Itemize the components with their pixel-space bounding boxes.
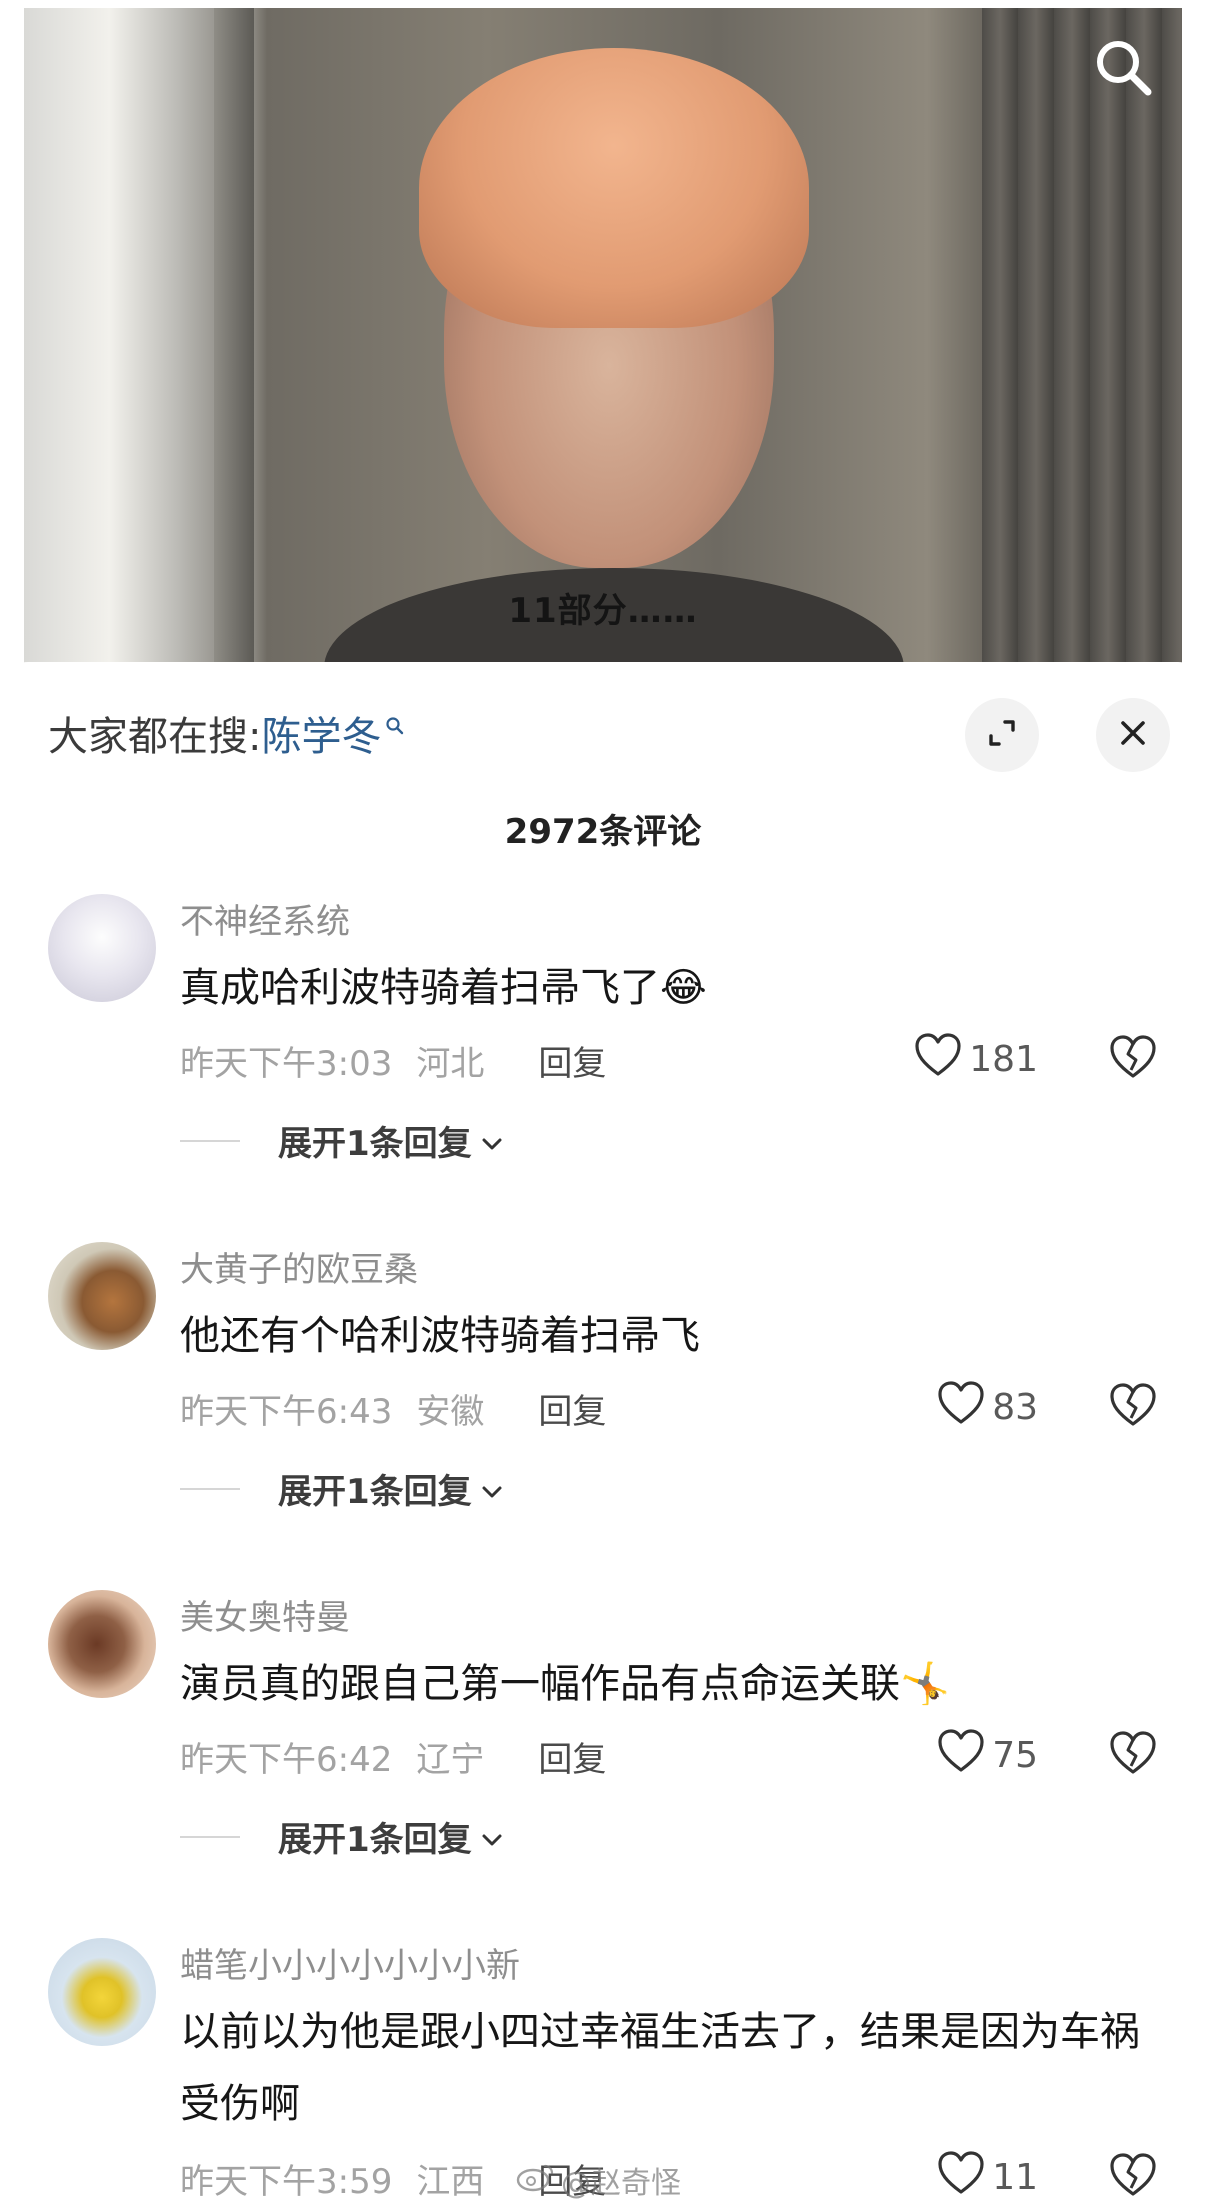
comment-meta: 昨天下午6:42 辽宁 回复 <box>180 1732 606 1781</box>
video-person-hair <box>419 48 809 328</box>
chevron-down-icon <box>472 1469 504 1509</box>
heart-icon <box>936 1380 992 1435</box>
comment-item: 美女奥特曼 演员真的跟自己第一幅作品有点命运关联🤸 昨天下午6:42 辽宁 回复… <box>0 1590 1206 1890</box>
expand-replies-label: 展开1条回复 <box>278 1820 472 1860</box>
comment-username[interactable]: 大黄子的欧豆桑 <box>180 1242 418 1291</box>
heart-icon <box>936 2150 992 2204</box>
avatar[interactable] <box>48 894 156 1002</box>
like-button[interactable]: 11 <box>936 2150 1038 2204</box>
avatar[interactable] <box>48 1590 156 1698</box>
heart-icon <box>913 1032 969 1087</box>
like-count: 11 <box>992 2157 1038 2198</box>
small-search-icon <box>385 700 405 746</box>
comment-text-body: 以前以为他是跟小四过幸福生活去了，结果是因为车祸受伤啊 <box>180 2009 1140 2127</box>
comment-username[interactable]: 不神经系统 <box>180 894 350 943</box>
comment-meta: 昨天下午6:43 安徽 回复 <box>180 1384 606 1433</box>
expand-replies-button[interactable]: 展开1条回复 <box>180 1464 504 1513</box>
avatar[interactable] <box>48 1938 156 2046</box>
watermark-text: @赵奇怪 <box>561 2166 681 2201</box>
comment-location: 安徽 <box>416 1392 485 1432</box>
avatar[interactable] <box>48 1242 156 1350</box>
comment-time: 昨天下午3:03 <box>180 1044 393 1084</box>
comment-item: 不神经系统 真成哈利波特骑着扫帚飞了😂 昨天下午3:03 河北 回复 181 展… <box>0 894 1206 1194</box>
hot-search-bar[interactable]: 大家都在搜: 陈学冬 <box>48 704 405 762</box>
watermark: @赵奇怪 <box>515 2158 681 2202</box>
search-button[interactable] <box>1088 34 1158 104</box>
video-background-curtain-right <box>982 8 1182 678</box>
comment-text-body: 他还有个哈利波特骑着扫帚飞 <box>180 1313 700 1359</box>
like-button[interactable]: 181 <box>913 1032 1038 1087</box>
expand-replies-label: 展开1条回复 <box>278 1124 472 1164</box>
close-icon <box>1116 716 1150 754</box>
hot-search-keyword[interactable]: 陈学冬 <box>261 704 381 762</box>
expand-replies-label: 展开1条回复 <box>278 1472 472 1512</box>
comment-username[interactable]: 蜡笔小小小小小小小新 <box>180 1938 520 1987</box>
comment-text: 真成哈利波特骑着扫帚飞了😂 <box>180 952 1160 1024</box>
comment-emoji: 🤸 <box>900 1661 950 1707</box>
comment-time: 昨天下午6:43 <box>180 1392 393 1432</box>
search-icon <box>1092 36 1154 102</box>
reply-button[interactable]: 回复 <box>538 1384 606 1433</box>
video-background-curtain-left <box>24 8 214 678</box>
video-subtitle: 11部分…… <box>508 591 698 631</box>
comment-time: 昨天下午3:59 <box>180 2162 393 2202</box>
expand-button[interactable] <box>965 698 1039 772</box>
video-background-pillar <box>214 8 254 678</box>
comment-emoji: 😂 <box>660 965 707 1011</box>
comment-text: 以前以为他是跟小四过幸福生活去了，结果是因为车祸受伤啊 <box>180 1996 1160 2140</box>
reply-button[interactable]: 回复 <box>538 1732 606 1781</box>
video-player[interactable]: 11部分…… <box>24 8 1182 678</box>
comment-count: 2972条评论 <box>504 812 702 852</box>
comment-location: 辽宁 <box>416 1740 485 1780</box>
expand-replies-button[interactable]: 展开1条回复 <box>180 1116 504 1165</box>
comment-text: 演员真的跟自己第一幅作品有点命运关联🤸 <box>180 1648 1160 1720</box>
chevron-down-icon <box>472 1121 504 1161</box>
comment-time: 昨天下午6:42 <box>180 1740 393 1780</box>
heart-icon <box>936 1728 992 1783</box>
comment-text-body: 演员真的跟自己第一幅作品有点命运关联 <box>180 1661 900 1707</box>
weibo-logo-icon <box>515 2160 555 2200</box>
expand-icon <box>985 716 1019 754</box>
video-area[interactable]: 11部分…… <box>0 0 1206 690</box>
dislike-button[interactable] <box>1108 1034 1158 1084</box>
comment-location: 江西 <box>416 2162 485 2202</box>
expand-replies-button[interactable]: 展开1条回复 <box>180 1812 504 1861</box>
divider-line <box>180 1487 240 1490</box>
broken-heart-icon <box>1108 1731 1158 1780</box>
divider-line <box>180 1139 240 1142</box>
dislike-button[interactable] <box>1108 2152 1158 2202</box>
comment-sheet-header: 大家都在搜: 陈学冬 <box>0 662 1206 802</box>
like-count: 75 <box>992 1735 1038 1776</box>
divider-line <box>180 1835 240 1838</box>
comment-text: 他还有个哈利波特骑着扫帚飞 <box>180 1300 1160 1372</box>
close-button[interactable] <box>1096 698 1170 772</box>
like-count: 181 <box>969 1039 1038 1080</box>
reply-button[interactable]: 回复 <box>538 1036 606 1085</box>
comment-username[interactable]: 美女奥特曼 <box>180 1590 350 1639</box>
dislike-button[interactable] <box>1108 1730 1158 1780</box>
hot-search-prefix: 大家都在搜: <box>48 714 262 760</box>
like-button[interactable]: 75 <box>936 1728 1038 1783</box>
comment-sheet: 大家都在搜: 陈学冬 2972条评论 不神经系统 真成哈利波特骑着扫帚飞了😂 昨… <box>0 662 1206 2204</box>
dislike-button[interactable] <box>1108 1382 1158 1432</box>
chevron-down-icon <box>472 1817 504 1857</box>
broken-heart-icon <box>1108 1035 1158 1084</box>
broken-heart-icon <box>1108 1383 1158 1432</box>
comment-location: 河北 <box>416 1044 485 1084</box>
like-button[interactable]: 83 <box>936 1380 1038 1435</box>
comment-meta: 昨天下午3:03 河北 回复 <box>180 1036 606 1085</box>
comment-text-body: 真成哈利波特骑着扫帚飞了 <box>180 965 660 1011</box>
like-count: 83 <box>992 1387 1038 1428</box>
broken-heart-icon <box>1108 2153 1158 2202</box>
comment-item: 大黄子的欧豆桑 他还有个哈利波特骑着扫帚飞 昨天下午6:43 安徽 回复 83 … <box>0 1242 1206 1542</box>
